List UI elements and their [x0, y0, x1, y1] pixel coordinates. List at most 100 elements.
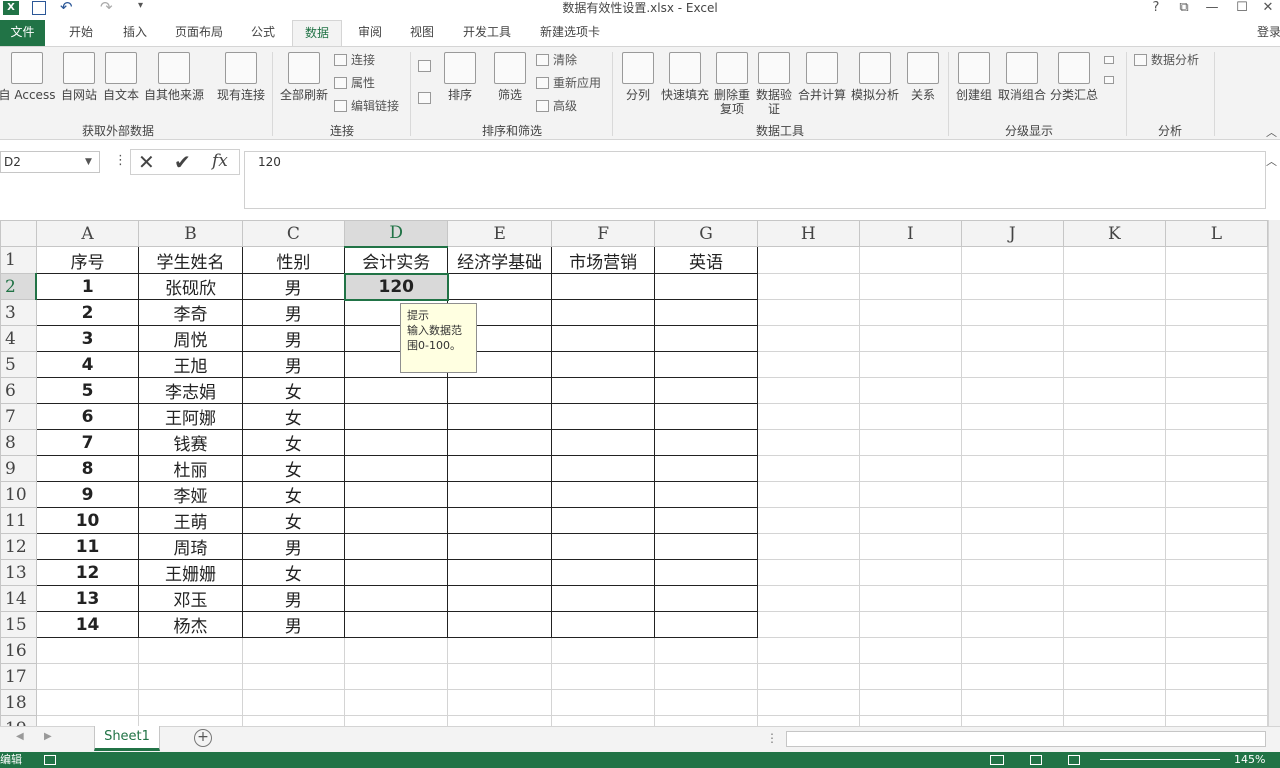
cell[interactable] — [1164, 325, 1268, 352]
cell[interactable]: 邓玉 — [138, 585, 243, 612]
header-cell[interactable]: 英语 — [654, 246, 758, 274]
cell[interactable]: 6 — [35, 403, 140, 430]
cell[interactable] — [960, 481, 1064, 508]
column-header[interactable]: A — [35, 220, 140, 247]
cell[interactable] — [447, 429, 552, 456]
cell[interactable] — [1062, 559, 1166, 586]
cell[interactable] — [654, 585, 758, 612]
cell[interactable] — [654, 533, 758, 560]
cell[interactable]: 李奇 — [138, 299, 243, 326]
cell[interactable] — [344, 455, 449, 482]
cell[interactable] — [756, 663, 860, 690]
cell[interactable] — [858, 663, 962, 690]
from-web-button[interactable]: 自网站 — [58, 52, 100, 102]
cell[interactable]: 女 — [241, 377, 346, 404]
cell[interactable]: 4 — [35, 351, 140, 378]
ribbon-display-button[interactable]: ⧉ — [1172, 0, 1196, 18]
cell[interactable] — [550, 377, 656, 404]
show-detail-button[interactable] — [1104, 50, 1118, 70]
cell[interactable] — [654, 403, 758, 430]
cell[interactable] — [138, 663, 243, 690]
sort-descending-button[interactable] — [418, 88, 440, 108]
tab-data[interactable]: 数据 — [292, 20, 342, 47]
cell[interactable]: 12 — [35, 559, 140, 586]
cell[interactable] — [1062, 533, 1166, 560]
header-cell[interactable]: 经济学基础 — [447, 246, 552, 274]
cell[interactable] — [1164, 246, 1268, 274]
cell[interactable] — [654, 689, 758, 716]
cell[interactable]: 男 — [241, 325, 346, 352]
cell[interactable] — [550, 455, 656, 482]
cell[interactable] — [241, 663, 346, 690]
cell[interactable] — [858, 689, 962, 716]
cell[interactable] — [1062, 377, 1166, 404]
insert-function-icon[interactable]: fx — [212, 151, 228, 171]
cell[interactable] — [654, 325, 758, 352]
worksheet-grid[interactable]: A B C D E F G H I J K L 1 序号 学生姓名 性别 会计实务 经济学… — [0, 220, 1268, 726]
cell[interactable] — [960, 377, 1064, 404]
cell[interactable] — [241, 715, 346, 726]
cell[interactable] — [1062, 689, 1166, 716]
cell[interactable]: 李志娟 — [138, 377, 243, 404]
existing-connections-button[interactable]: 现有连接 — [214, 52, 268, 102]
cell[interactable]: 李娅 — [138, 481, 243, 508]
cell[interactable]: 女 — [241, 403, 346, 430]
cell[interactable] — [960, 273, 1064, 300]
sort-button[interactable]: 排序 — [440, 52, 480, 102]
cell[interactable]: 11 — [35, 533, 140, 560]
cell[interactable]: 1 — [35, 273, 140, 300]
subtotal-button[interactable]: 分类汇总 — [1048, 52, 1100, 102]
cell[interactable] — [858, 429, 962, 456]
column-header[interactable]: D — [344, 220, 449, 248]
cell[interactable] — [654, 559, 758, 586]
cell[interactable] — [756, 455, 860, 482]
cell[interactable] — [960, 325, 1064, 352]
cell[interactable] — [550, 715, 656, 726]
cell[interactable]: 张砚欣 — [138, 273, 243, 300]
cell[interactable] — [858, 559, 962, 586]
cell[interactable] — [960, 299, 1064, 326]
cell[interactable] — [654, 481, 758, 508]
cell[interactable]: 14 — [35, 611, 140, 638]
cell[interactable] — [1164, 637, 1268, 664]
minimize-button[interactable]: — — [1200, 0, 1224, 18]
cell[interactable] — [654, 377, 758, 404]
cell[interactable] — [654, 299, 758, 326]
cell[interactable]: 2 — [35, 299, 140, 326]
row-header[interactable]: 11 — [0, 507, 37, 534]
column-header[interactable]: K — [1062, 220, 1166, 247]
column-header[interactable]: J — [960, 220, 1064, 247]
tab-home[interactable]: 开始 — [58, 20, 104, 46]
cell[interactable] — [1062, 299, 1166, 326]
column-header[interactable]: I — [858, 220, 962, 247]
edit-links-button[interactable]: 编辑链接 — [334, 96, 399, 116]
cell[interactable] — [858, 481, 962, 508]
cell[interactable]: 王旭 — [138, 351, 243, 378]
row-header[interactable]: 3 — [0, 299, 37, 326]
cell[interactable] — [344, 507, 449, 534]
cell[interactable] — [756, 403, 860, 430]
cell[interactable] — [447, 403, 552, 430]
name-box[interactable]: D2 ▼ — [0, 151, 100, 173]
cell[interactable] — [138, 715, 243, 726]
cell[interactable]: 周悦 — [138, 325, 243, 352]
cell[interactable] — [1062, 663, 1166, 690]
cell[interactable] — [858, 377, 962, 404]
maximize-button[interactable]: ☐ — [1230, 0, 1254, 18]
cell[interactable]: 13 — [35, 585, 140, 612]
cell[interactable] — [550, 507, 656, 534]
cell[interactable] — [858, 299, 962, 326]
cell[interactable] — [447, 481, 552, 508]
cell[interactable] — [1164, 481, 1268, 508]
cell[interactable] — [654, 455, 758, 482]
cell[interactable] — [35, 689, 140, 716]
cell[interactable] — [1164, 559, 1268, 586]
login-link[interactable]: 登录 — [1254, 20, 1280, 46]
cell[interactable] — [550, 559, 656, 586]
cell[interactable] — [550, 273, 656, 300]
cell[interactable] — [550, 403, 656, 430]
cell[interactable] — [960, 663, 1064, 690]
cell[interactable]: 男 — [241, 611, 346, 638]
cell[interactable]: 钱赛 — [138, 429, 243, 456]
cell[interactable]: 10 — [35, 507, 140, 534]
